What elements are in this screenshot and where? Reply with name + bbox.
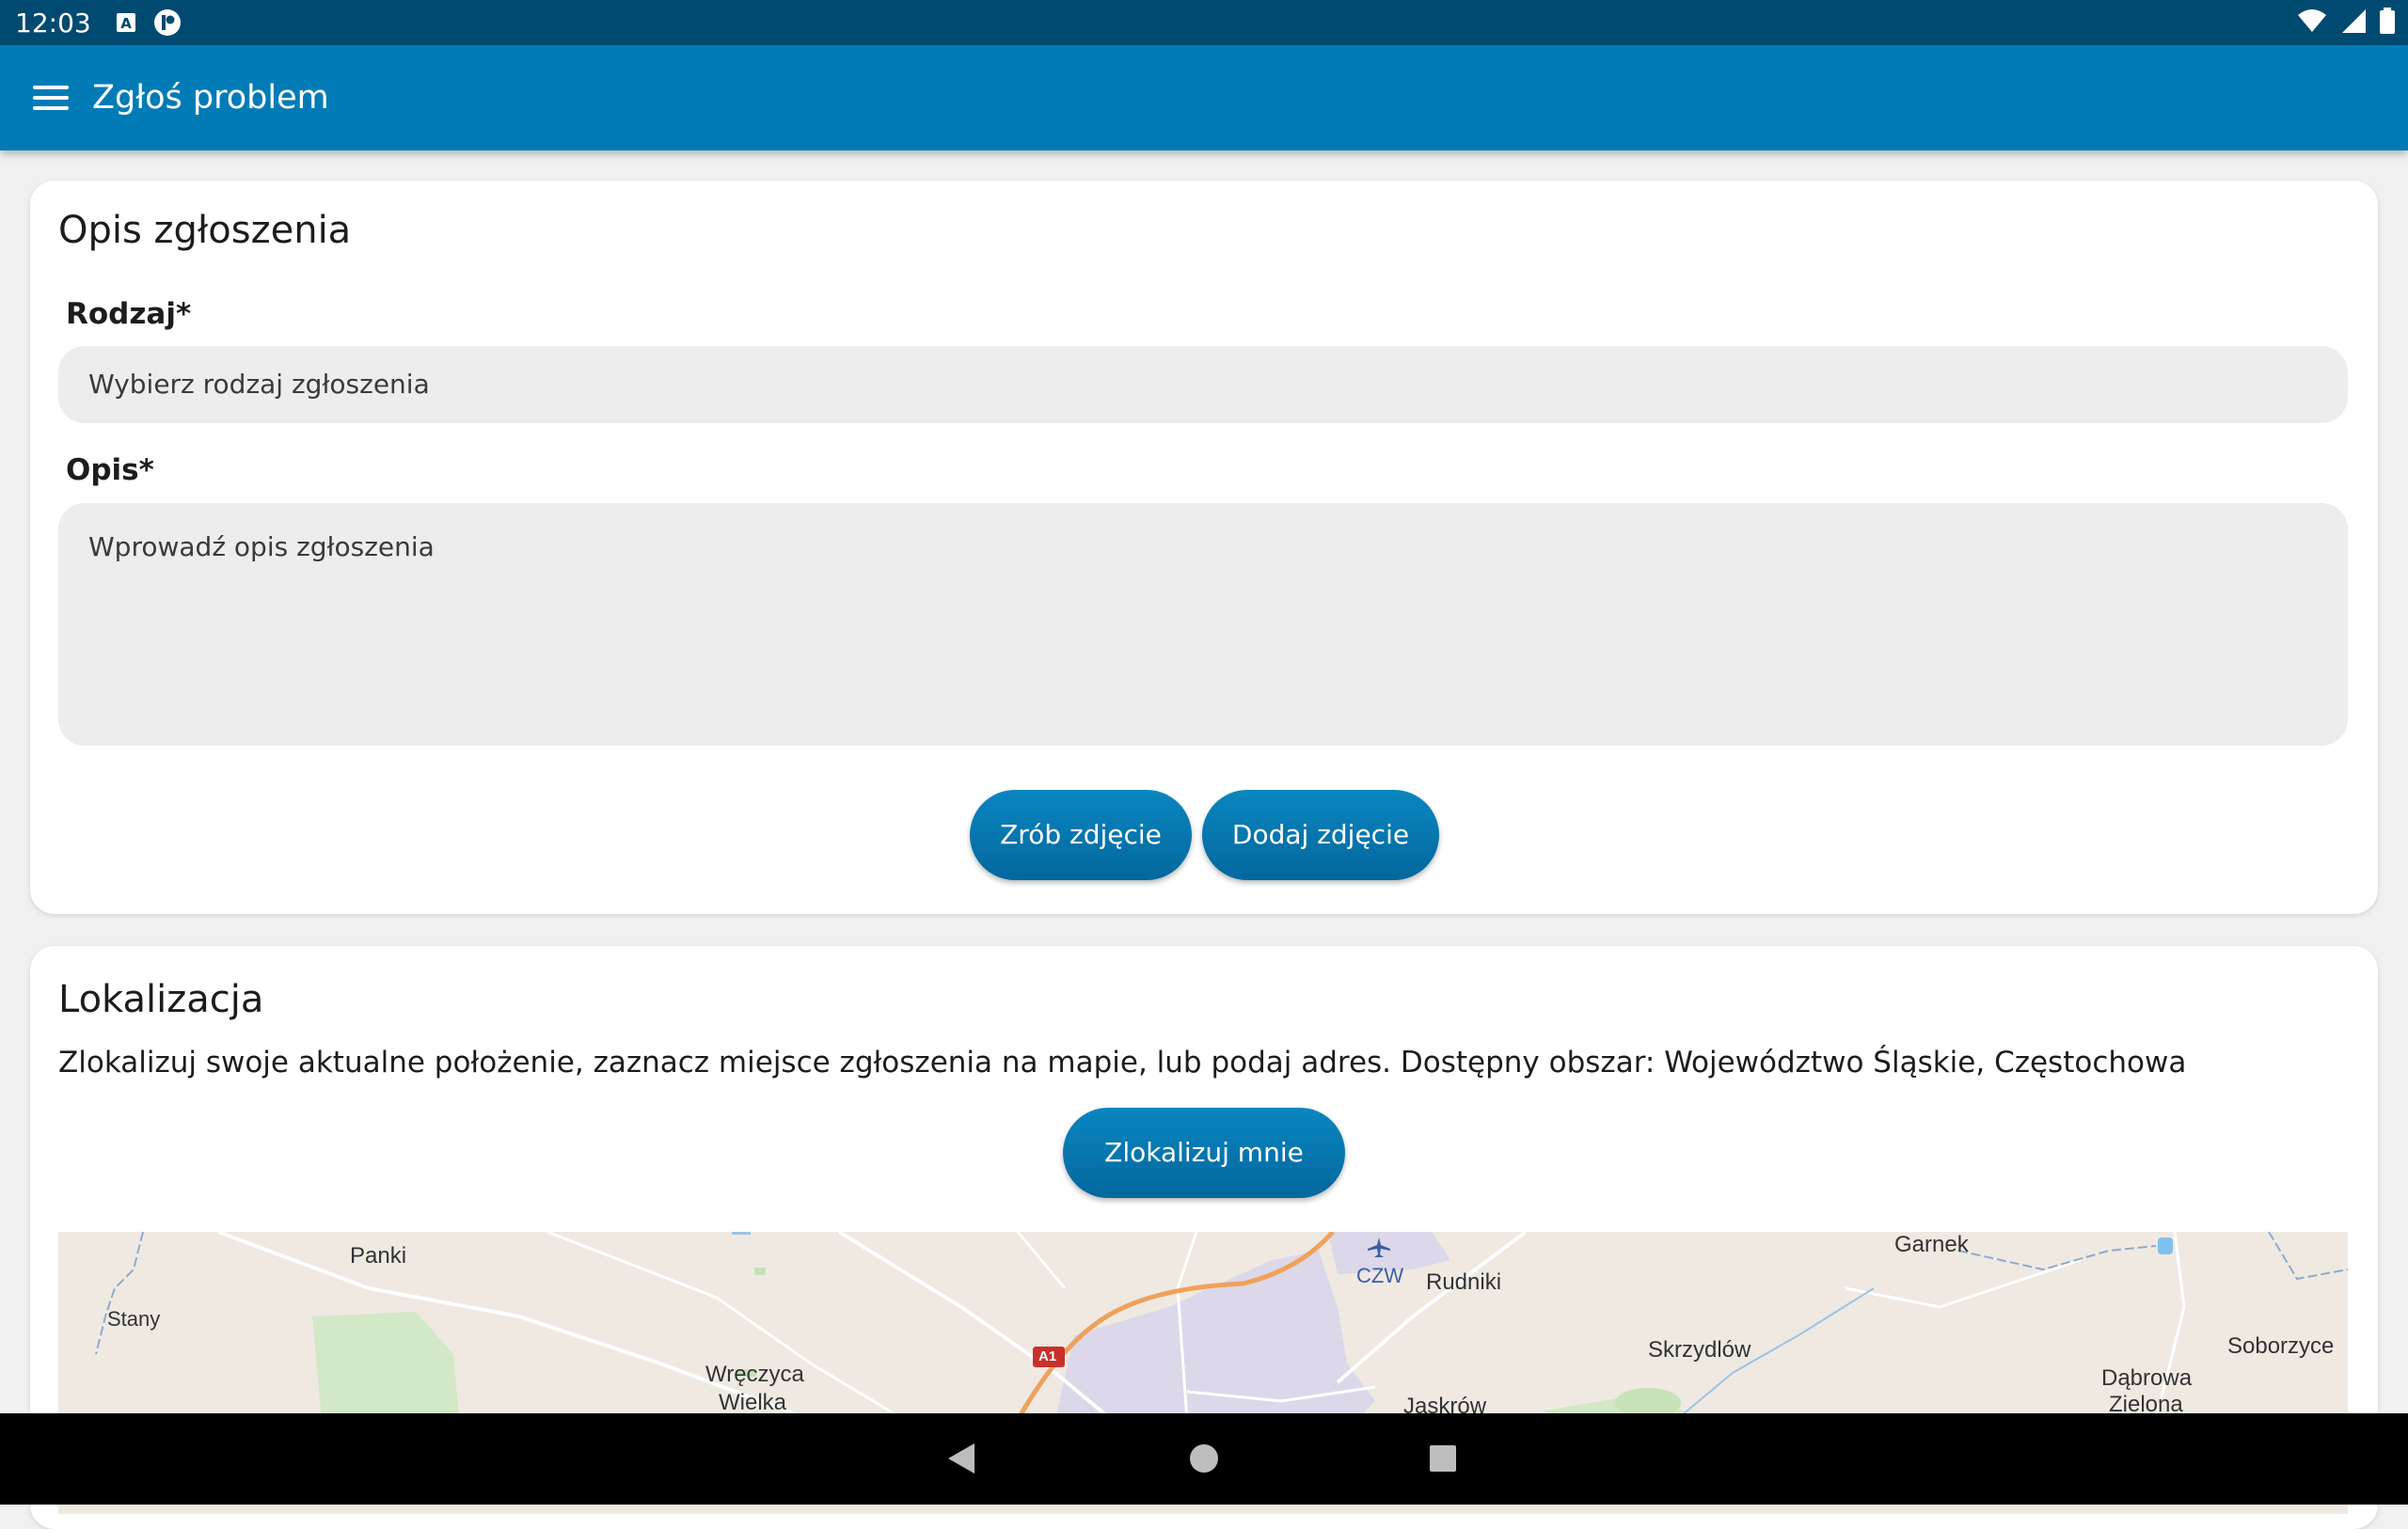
wifi-icon bbox=[2297, 8, 2327, 38]
svg-text:A: A bbox=[120, 15, 132, 32]
home-circle-icon[interactable] bbox=[1183, 1438, 1225, 1479]
map-label-skrzydlow: Skrzydlów bbox=[1648, 1337, 1751, 1363]
map-label-soborzyce: Soborzyce bbox=[2227, 1333, 2335, 1359]
back-triangle-icon[interactable] bbox=[941, 1438, 982, 1479]
system-navigation-bar bbox=[0, 1413, 2408, 1505]
cellular-signal-icon bbox=[2340, 8, 2367, 38]
map-label-czw: CZW bbox=[1356, 1264, 1404, 1287]
add-photo-button[interactable]: Dodaj zdjęcie bbox=[1202, 790, 1439, 880]
report-card-title: Opis zgłoszenia bbox=[58, 209, 352, 252]
hamburger-menu-icon[interactable] bbox=[32, 79, 70, 117]
app-bar-title: Zgłoś problem bbox=[92, 79, 329, 117]
map-label-stany: Stany bbox=[107, 1307, 161, 1331]
notification-badge-icon bbox=[153, 8, 182, 37]
type-select[interactable]: Wybierz rodzaj zgłoszenia bbox=[58, 346, 2348, 423]
description-textarea[interactable]: Wprowadź opis zgłoszenia bbox=[58, 503, 2348, 746]
take-photo-button[interactable]: Zrób zdjęcie bbox=[970, 790, 1192, 880]
battery-icon bbox=[2380, 8, 2395, 38]
description-label: Opis* bbox=[66, 453, 154, 487]
map-label-rudniki: Rudniki bbox=[1426, 1269, 1502, 1295]
location-description: Zlokalizuj swoje aktualne położenie, zaz… bbox=[58, 1046, 2187, 1080]
map-label-dabrowa: Dąbrowa bbox=[2101, 1365, 2193, 1391]
report-description-card: Opis zgłoszenia Rodzaj* Wybierz rodzaj z… bbox=[30, 181, 2378, 914]
map-label-panki: Panki bbox=[350, 1243, 407, 1269]
map-label-garnek: Garnek bbox=[1894, 1232, 1969, 1257]
map-label-a1-shield: A1 bbox=[1038, 1348, 1057, 1364]
app-bar: Zgłoś problem bbox=[0, 45, 2408, 150]
recents-square-icon[interactable] bbox=[1422, 1438, 1464, 1479]
locate-me-button[interactable]: Zlokalizuj mnie bbox=[1063, 1108, 1345, 1198]
text-a-icon: A bbox=[116, 12, 136, 33]
location-card-title: Lokalizacja bbox=[58, 978, 264, 1021]
map-label-wreczyca: Wręczyca bbox=[705, 1362, 804, 1387]
status-time: 12:03 bbox=[15, 7, 91, 39]
map-label-wielka: Wielka bbox=[719, 1390, 787, 1415]
type-label: Rodzaj* bbox=[66, 297, 192, 331]
status-bar: 12:03 A bbox=[0, 0, 2408, 45]
